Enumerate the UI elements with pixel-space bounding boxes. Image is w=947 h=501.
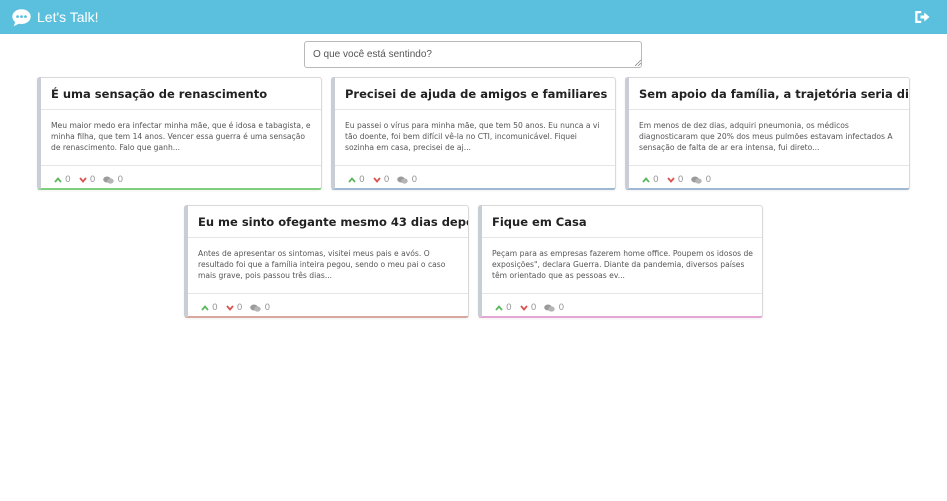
card-title: Precisei de ajuda de amigos e familiares	[332, 78, 615, 110]
card-footer: 0 0 0	[185, 293, 468, 317]
card-title: É uma sensação de renascimento	[38, 78, 321, 110]
downvote-button[interactable]: 0	[226, 303, 243, 313]
app-title: Let's Talk!	[37, 9, 99, 25]
downvote-count: 0	[530, 303, 537, 313]
upvote-count: 0	[506, 303, 512, 313]
brand[interactable]: Let's Talk!	[11, 7, 99, 28]
upvote-count: 0	[65, 175, 71, 185]
downvote-button[interactable]: 0	[520, 303, 537, 313]
story-card[interactable]: Eu me sinto ofegante mesmo 43 dias depoi…	[184, 205, 469, 318]
chevron-up-icon	[348, 177, 356, 183]
comments-button[interactable]: 0	[397, 175, 417, 185]
chat-bubble-icon	[12, 8, 31, 26]
card-footer: 0 0 0	[332, 165, 615, 189]
comments-button[interactable]: 0	[544, 303, 564, 313]
chevron-down-icon	[226, 305, 234, 311]
feeling-search-input[interactable]	[304, 41, 642, 68]
card-excerpt: Em menos de dez dias, adquiri pneumonia,…	[639, 121, 893, 152]
upvote-count: 0	[359, 175, 365, 185]
comments-icon	[691, 176, 703, 184]
card-title: Sem apoio da família, a trajetória seria…	[626, 78, 909, 110]
chevron-down-icon	[520, 305, 528, 311]
upvote-count: 0	[653, 175, 659, 185]
downvote-count: 0	[89, 175, 96, 185]
comments-icon	[250, 304, 262, 312]
story-card[interactable]: Precisei de ajuda de amigos e familiares…	[331, 77, 616, 190]
chevron-down-icon	[79, 177, 87, 183]
top-navbar: Let's Talk!	[0, 0, 947, 34]
downvote-count: 0	[677, 175, 684, 185]
comment-count: 0	[117, 175, 124, 185]
comment-count: 0	[264, 303, 271, 313]
upvote-button[interactable]: 0	[642, 175, 659, 185]
card-footer: 0 0 0	[626, 165, 909, 189]
comments-button[interactable]: 0	[691, 175, 711, 185]
comment-count: 0	[558, 303, 565, 313]
downvote-count: 0	[236, 303, 243, 313]
upvote-button[interactable]: 0	[54, 175, 71, 185]
chevron-up-icon	[201, 305, 209, 311]
chevron-down-icon	[667, 177, 675, 183]
downvote-count: 0	[383, 175, 390, 185]
logout-icon[interactable]	[913, 8, 931, 26]
comment-count: 0	[411, 175, 418, 185]
upvote-button[interactable]: 0	[201, 303, 218, 313]
chevron-up-icon	[495, 305, 503, 311]
downvote-button[interactable]: 0	[373, 175, 390, 185]
upvote-button[interactable]: 0	[495, 303, 512, 313]
card-footer: 0 0 0	[38, 165, 321, 189]
card-excerpt: Meu maior medo era infectar minha mãe, q…	[51, 121, 311, 152]
card-excerpt: Eu passei o vírus para minha mãe, que te…	[345, 121, 600, 152]
story-card[interactable]: Sem apoio da família, a trajetória seria…	[625, 77, 910, 190]
chevron-down-icon	[373, 177, 381, 183]
downvote-button[interactable]: 0	[79, 175, 96, 185]
card-excerpt: Antes de apresentar os sintomas, visitei…	[198, 249, 446, 280]
story-card[interactable]: Fique em Casa Peçam para as empresas faz…	[478, 205, 763, 318]
comments-icon	[544, 304, 556, 312]
chevron-up-icon	[642, 177, 650, 183]
card-footer: 0 0 0	[479, 293, 762, 317]
downvote-button[interactable]: 0	[667, 175, 684, 185]
upvote-button[interactable]: 0	[348, 175, 365, 185]
comments-button[interactable]: 0	[103, 175, 123, 185]
comments-icon	[103, 176, 115, 184]
comments-icon	[397, 176, 409, 184]
card-title: Fique em Casa	[479, 206, 762, 238]
card-title: Eu me sinto ofegante mesmo 43 dias depoi…	[185, 206, 468, 238]
upvote-count: 0	[212, 303, 218, 313]
card-excerpt: Peçam para as empresas fazerem home offi…	[492, 249, 753, 280]
comments-button[interactable]: 0	[250, 303, 270, 313]
story-card[interactable]: É uma sensação de renascimento Meu maior…	[37, 77, 322, 190]
chevron-up-icon	[54, 177, 62, 183]
comment-count: 0	[705, 175, 712, 185]
